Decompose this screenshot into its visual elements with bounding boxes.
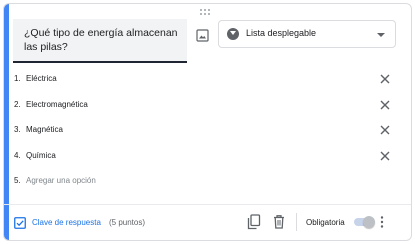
toggle-knob <box>363 216 375 228</box>
option-number: 1. <box>14 74 21 83</box>
required-label: Obligatoria <box>306 218 345 227</box>
add-option-row[interactable]: 5. Agregar una opción <box>14 173 394 191</box>
required-toggle[interactable] <box>354 216 375 228</box>
option-row[interactable]: 3. Magnética <box>14 122 394 140</box>
option-label[interactable]: Química <box>26 151 56 160</box>
chevron-down-icon <box>377 33 385 37</box>
option-row[interactable]: 4. Química <box>14 148 394 166</box>
option-number: 4. <box>14 151 21 160</box>
option-row[interactable]: 1. Eléctrica <box>14 71 394 89</box>
answer-key-link[interactable]: Clave de respuesta <box>32 218 101 227</box>
question-card: ¿Qué tipo de energía almacenan las pilas… <box>3 3 412 241</box>
close-icon[interactable] <box>378 72 392 86</box>
option-number: 5. <box>14 176 21 185</box>
option-row[interactable]: 2. Electromagnética <box>14 97 394 115</box>
option-label[interactable]: Eléctrica <box>26 74 57 83</box>
option-number: 2. <box>14 100 21 109</box>
question-type-select[interactable]: Lista desplegable <box>218 20 396 48</box>
close-icon[interactable] <box>378 149 392 163</box>
footer-divider <box>296 213 297 231</box>
more-vert-icon[interactable] <box>380 216 384 228</box>
trash-icon[interactable] <box>272 214 286 230</box>
option-number: 3. <box>14 125 21 134</box>
checkbox-icon[interactable] <box>14 217 26 229</box>
option-label[interactable]: Electromagnética <box>26 100 88 109</box>
close-icon[interactable] <box>378 98 392 112</box>
question-type-label: Lista desplegable <box>246 28 317 38</box>
dropdown-type-icon <box>227 28 239 40</box>
close-icon[interactable] <box>378 123 392 137</box>
drag-handle-icon[interactable] <box>200 9 214 17</box>
option-label[interactable]: Magnética <box>26 125 63 134</box>
copy-icon[interactable] <box>247 214 261 230</box>
image-icon[interactable] <box>196 29 209 42</box>
add-option-label[interactable]: Agregar una opción <box>26 176 96 185</box>
points-label: (5 puntos) <box>109 218 146 227</box>
question-title-text: ¿Qué tipo de energía almacenan las pilas… <box>24 27 178 53</box>
question-footer: Clave de respuesta (5 puntos) Obligatori… <box>4 204 411 240</box>
question-title-input[interactable]: ¿Qué tipo de energía almacenan las pilas… <box>13 19 187 63</box>
